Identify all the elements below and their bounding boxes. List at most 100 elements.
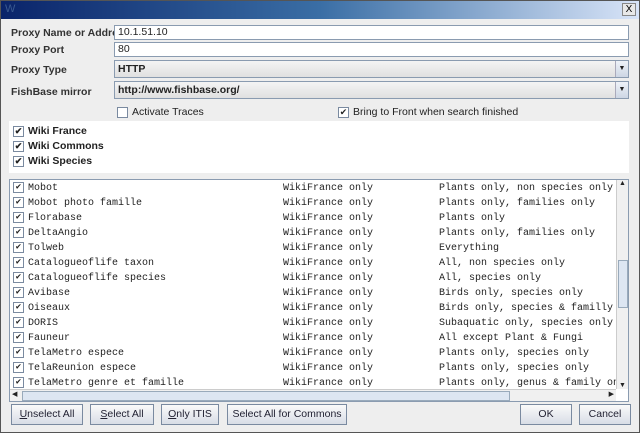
list-item[interactable]: ✔ Avibase WikiFrance only Birds only, speci… [13,286,617,301]
list-item[interactable]: ✔ Tolweb WikiFrance only Everything [13,241,617,256]
checkmark-icon[interactable]: ✔ [13,331,24,343]
mirror-select[interactable]: http://www.fishbase.org/ ▼ [114,81,629,99]
wiki-label: Wiki Species [28,155,93,167]
source-name: ✔ Mobot [13,181,283,196]
source-scope: Plants only, non species only [439,183,614,194]
source-scope: Plants only, species only [439,363,590,374]
checkmark-icon[interactable]: ✔ [13,376,24,388]
select-all-button[interactable]: Select All [90,404,154,425]
source-wiki: WikiFrance only [283,363,374,374]
source-wiki: WikiFrance only [283,273,374,284]
source-name: ✔ TelaMetro espece [13,346,283,361]
wiki-commons-checkbox[interactable]: ✔ Wiki Commons [13,140,104,152]
source-scope: All, non species only [439,258,566,269]
source-scope: All, species only [439,273,542,284]
source-name: ✔ Avibase [13,286,283,301]
proxy-type-value: HTTP [118,63,146,75]
horizontal-scrollbar[interactable]: ◀ ▶ [10,389,616,401]
wiki-france-checkbox[interactable]: ✔ Wiki France [13,125,87,137]
source-name: ✔ Catalogueoflife taxon [13,256,283,271]
wiki-species-checkbox[interactable]: ✔ Wiki Species [13,155,92,167]
checkmark-icon[interactable]: ✔ [13,241,24,253]
source-name: ✔ Oiseaux [13,301,283,316]
sources-list[interactable]: ✔ TelaMetro genre et famille WikiFrance on… [9,179,629,402]
list-item[interactable]: ✔ DeltaAngio WikiFrance only Plants only, f… [13,226,617,241]
checkmark-icon[interactable]: ✔ [13,211,24,223]
source-wiki: WikiFrance only [283,333,374,344]
source-name: ✔ Mobot photo famille [13,196,283,211]
source-wiki: WikiFrance only [283,243,374,254]
checkmark-icon[interactable]: ✔ [13,140,24,152]
checkmark-icon[interactable]: ✔ [13,125,24,137]
proxy-port-input[interactable]: 80 [114,42,629,57]
source-scope: Plants only [439,213,506,224]
proxy-type-label: Proxy Type [11,64,67,76]
bring-to-front-label: Bring to Front when search finished [353,106,519,118]
scroll-thumb[interactable] [22,391,510,401]
source-wiki: WikiFrance only [283,198,374,209]
list-item[interactable]: ✔ Oiseaux WikiFrance only Birds only, speci… [13,301,628,316]
list-item[interactable]: ✔ Catalogueoflife species WikiFrance only A… [13,271,617,286]
checkmark-icon[interactable]: ✔ [13,346,24,358]
checkmark-icon[interactable]: ✔ [13,301,24,313]
source-wiki: WikiFrance only [283,288,374,299]
source-name: ✔ Florabase [13,211,283,226]
activate-traces-checkbox[interactable]: Activate Traces [117,106,204,118]
source-scope: Everything [439,243,500,254]
source-scope: All except Plant & Fungi [439,333,584,344]
close-button[interactable]: X [622,3,636,16]
proxy-name-label: Proxy Name or Address [11,27,130,39]
proxy-port-label: Proxy Port [11,44,65,56]
scroll-left-icon[interactable]: ◀ [12,390,17,398]
vertical-scrollbar[interactable]: ▲ ▼ [616,180,628,389]
source-scope: Subaquatic only, species only [439,318,614,329]
list-item[interactable]: ✔ TelaMetro espece WikiFrance only Plants o… [13,346,617,361]
checkmark-icon[interactable]: ✔ [13,271,24,283]
list-item[interactable]: ✔ Catalogueoflife taxon WikiFrance only All… [13,256,617,271]
proxy-name-input[interactable]: 10.1.51.10 [114,25,629,40]
wiki-label: Wiki France [28,125,87,137]
source-scope: Plants only, species only [439,348,590,359]
checkbox-icon[interactable] [117,106,128,118]
list-item[interactable]: ✔ Mobot photo famille WikiFrance only Plant… [13,196,617,211]
only-itis-button[interactable]: Only ITIS [161,404,219,425]
mirror-label: FishBase mirror [11,86,92,98]
source-wiki: WikiFrance only [283,228,374,239]
checkmark-icon[interactable]: ✔ [13,181,24,193]
checkmark-icon[interactable]: ✔ [13,256,24,268]
ok-button[interactable]: OK [520,404,572,425]
list-item[interactable]: ✔ Mobot WikiFrance only Plants only, non sp… [13,181,617,196]
wiki-label: Wiki Commons [28,140,104,152]
source-wiki: WikiFrance only [283,348,374,359]
checkmark-icon[interactable]: ✔ [13,155,24,167]
mirror-value: http://www.fishbase.org/ [118,84,240,96]
bring-to-front-checkbox[interactable]: ✔ Bring to Front when search finished [338,106,518,118]
checkmark-icon[interactable]: ✔ [13,286,24,298]
checkmark-icon[interactable]: ✔ [13,226,24,238]
list-item[interactable]: ✔ Florabase WikiFrance only Plants only [13,211,617,226]
checkmark-icon[interactable]: ✔ [338,106,349,118]
source-wiki: WikiFrance only [283,303,374,314]
checkmark-icon[interactable]: ✔ [13,361,24,373]
scroll-thumb[interactable] [618,260,628,308]
cancel-button[interactable]: Cancel [579,404,631,425]
scroll-right-icon[interactable]: ▶ [609,390,614,398]
chevron-down-icon[interactable]: ▼ [615,82,628,98]
proxy-type-select[interactable]: HTTP ▼ [114,60,629,78]
chevron-down-icon[interactable]: ▼ [615,61,628,77]
source-name: ✔ Tolweb [13,241,283,256]
checkmark-icon[interactable]: ✔ [13,196,24,208]
unselect-all-button[interactable]: Unselect All [11,404,83,425]
source-name: ✔ TelaReunion espece [13,361,283,376]
source-name: ✔ Catalogueoflife species [13,271,283,286]
checkmark-icon[interactable]: ✔ [13,316,24,328]
list-item[interactable]: ✔ Fauneur WikiFrance only All except Plant … [13,331,617,346]
source-name: ✔ DeltaAngio [13,226,283,241]
scroll-up-icon[interactable]: ▲ [617,180,628,187]
title-bar: W X [1,1,639,19]
window-title: W [5,3,16,15]
list-item[interactable]: ✔ TelaReunion espece WikiFrance only Plants… [13,361,617,376]
select-all-commons-button[interactable]: Select All for Commons [227,404,347,425]
scroll-down-icon[interactable]: ▼ [617,382,628,389]
list-item[interactable]: ✔ DORIS WikiFrance only Subaquatic only, sp… [13,316,617,331]
